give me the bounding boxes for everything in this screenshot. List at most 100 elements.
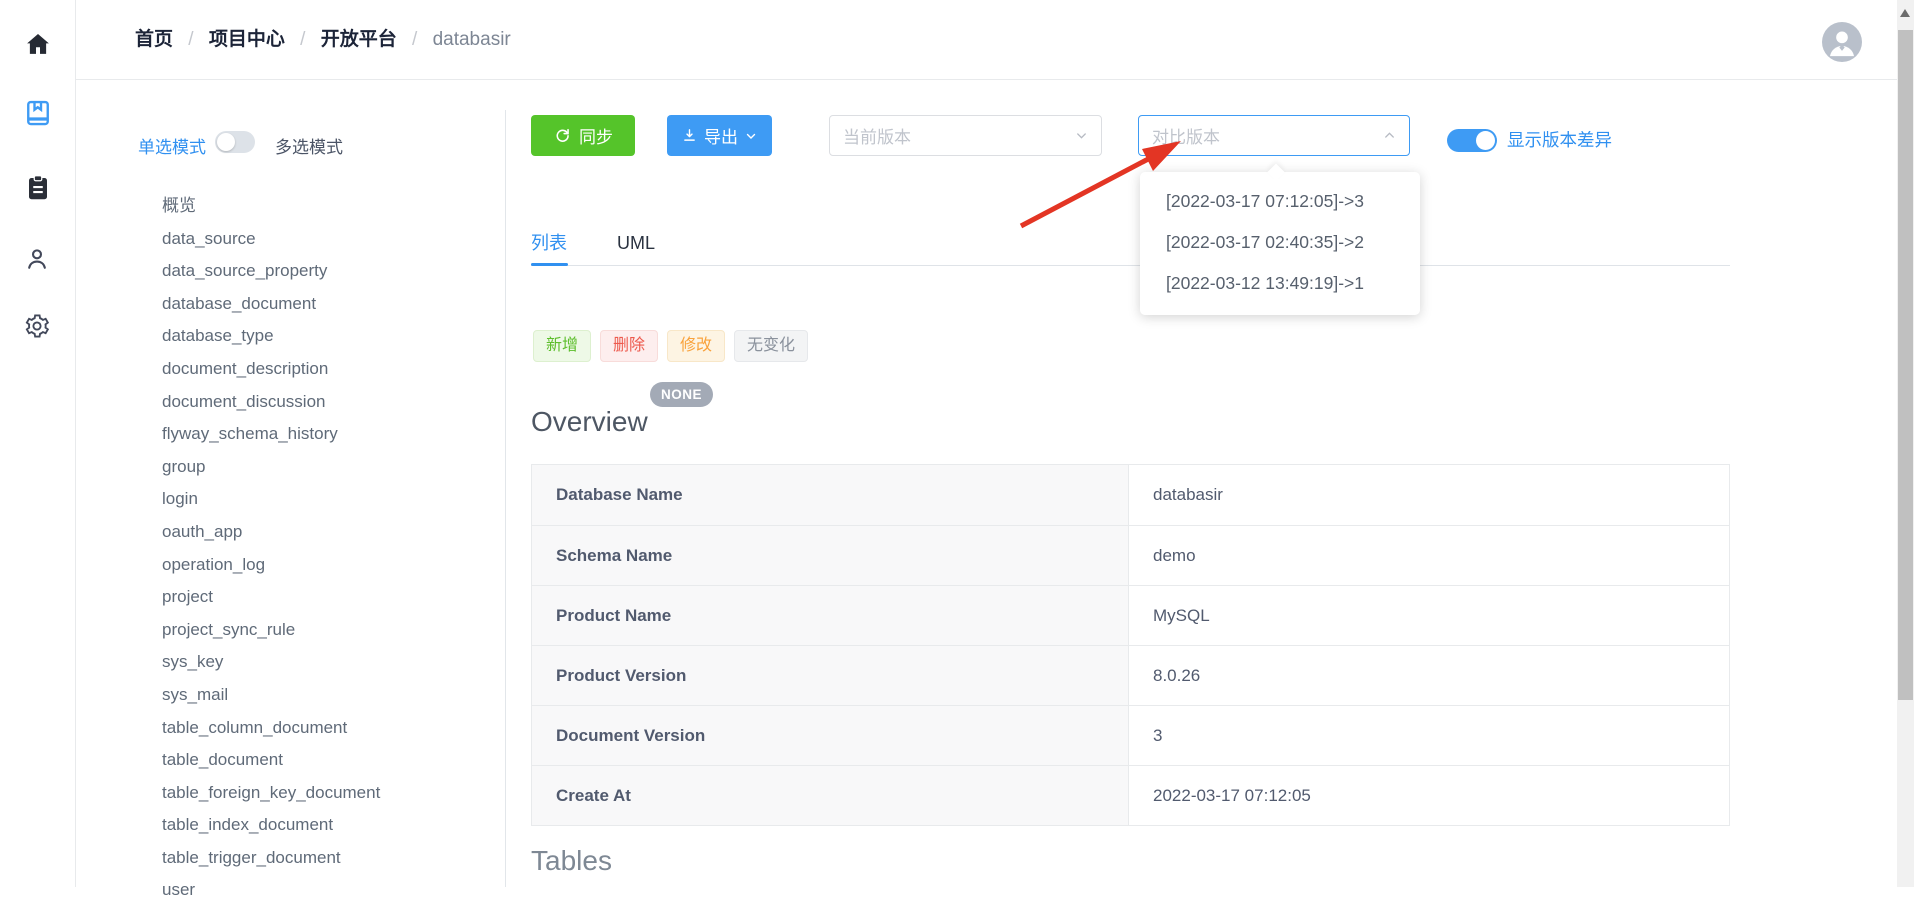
sidebar-item[interactable]: table_index_document bbox=[162, 809, 492, 842]
sidebar-item[interactable]: login bbox=[162, 483, 492, 516]
version-dropdown: [2022-03-17 07:12:05]->3 [2022-03-17 02:… bbox=[1140, 172, 1420, 315]
version-option[interactable]: [2022-03-17 07:12:05]->3 bbox=[1140, 181, 1420, 222]
breadcrumb-home[interactable]: 首页 bbox=[135, 29, 173, 50]
sidebar-item[interactable]: flyway_schema_history bbox=[162, 418, 492, 451]
refresh-icon bbox=[553, 126, 572, 145]
table-row: Schema Name demo bbox=[532, 525, 1729, 585]
export-button-label: 导出 bbox=[704, 123, 738, 148]
current-version-placeholder: 当前版本 bbox=[843, 123, 911, 148]
sidebar: 单选模式 多选模式 概览 data_source data_source_pro… bbox=[76, 80, 505, 887]
sync-button[interactable]: 同步 bbox=[531, 115, 635, 156]
sidebar-item[interactable]: database_type bbox=[162, 320, 492, 353]
toggle-knob bbox=[217, 133, 235, 151]
multi-mode-label: 多选模式 bbox=[275, 133, 343, 158]
active-tab-underline bbox=[531, 263, 568, 266]
avatar[interactable] bbox=[1822, 22, 1862, 62]
home-icon[interactable] bbox=[23, 30, 53, 60]
overview-row-label: Schema Name bbox=[532, 526, 1129, 585]
version-option[interactable]: [2022-03-12 13:49:19]->1 bbox=[1140, 263, 1420, 304]
header: 首页 / 项目中心 / 开放平台 / databasir bbox=[76, 0, 1914, 80]
avatar-person-icon bbox=[1822, 22, 1862, 62]
sidebar-item[interactable]: document_description bbox=[162, 353, 492, 386]
legend-unchanged-badge: 无变化 bbox=[734, 330, 808, 362]
sidebar-item[interactable]: data_source bbox=[162, 223, 492, 256]
tab-uml[interactable]: UML bbox=[617, 221, 655, 265]
breadcrumb-separator: / bbox=[402, 29, 427, 50]
overview-table: Database Name databasir Schema Name demo… bbox=[531, 464, 1730, 826]
sidebar-item[interactable]: project bbox=[162, 581, 492, 614]
scrollbar-thumb[interactable] bbox=[1898, 30, 1913, 700]
sidebar-item[interactable]: sys_mail bbox=[162, 679, 492, 712]
overview-row-value: 8.0.26 bbox=[1129, 646, 1729, 705]
scrollbar-track bbox=[1897, 0, 1914, 887]
breadcrumb: 首页 / 项目中心 / 开放平台 / databasir bbox=[135, 0, 511, 80]
sidebar-item[interactable]: oauth_app bbox=[162, 516, 492, 549]
version-option[interactable]: [2022-03-17 02:40:35]->2 bbox=[1140, 222, 1420, 263]
vertical-divider bbox=[505, 110, 506, 887]
table-list: 概览 data_source data_source_property data… bbox=[162, 190, 492, 907]
breadcrumb-separator: / bbox=[290, 29, 315, 50]
overview-row-label: Product Version bbox=[532, 646, 1129, 705]
breadcrumb-open-platform[interactable]: 开放平台 bbox=[321, 29, 397, 50]
chevron-down-icon bbox=[744, 129, 758, 143]
overview-title: Overview bbox=[531, 406, 648, 438]
tab-list[interactable]: 列表 bbox=[531, 221, 567, 265]
show-diff-toggle[interactable] bbox=[1447, 129, 1497, 152]
sidebar-item[interactable]: database_document bbox=[162, 288, 492, 321]
breadcrumb-current-project: databasir bbox=[433, 29, 511, 50]
overview-row-value: MySQL bbox=[1129, 586, 1729, 645]
sidebar-item[interactable]: operation_log bbox=[162, 549, 492, 582]
table-row: Create At 2022-03-17 07:12:05 bbox=[532, 765, 1729, 825]
table-row: Database Name databasir bbox=[532, 465, 1729, 525]
clipboard-icon[interactable] bbox=[23, 173, 53, 203]
sidebar-item[interactable]: table_document bbox=[162, 744, 492, 777]
overview-row-label: Product Name bbox=[532, 586, 1129, 645]
tab-bar: 列表 UML bbox=[531, 221, 1730, 266]
current-version-select[interactable]: 当前版本 bbox=[829, 115, 1102, 156]
sidebar-item[interactable]: user bbox=[162, 874, 492, 907]
toggle-knob bbox=[1476, 131, 1495, 150]
table-row: Product Version 8.0.26 bbox=[532, 645, 1729, 705]
compare-version-placeholder: 对比版本 bbox=[1152, 123, 1220, 148]
sidebar-item[interactable]: document_discussion bbox=[162, 386, 492, 419]
legend-added-badge: 新增 bbox=[533, 330, 591, 362]
chevron-up-icon bbox=[1382, 128, 1397, 143]
status-badge-none: NONE bbox=[650, 382, 713, 407]
icon-rail bbox=[0, 0, 76, 887]
sidebar-item[interactable]: sys_key bbox=[162, 646, 492, 679]
download-icon bbox=[681, 127, 698, 144]
mode-toggle[interactable] bbox=[215, 131, 255, 153]
breadcrumb-separator: / bbox=[178, 29, 203, 50]
sidebar-item[interactable]: table_trigger_document bbox=[162, 842, 492, 875]
sidebar-item-overview[interactable]: 概览 bbox=[162, 190, 492, 223]
legend-deleted-badge: 删除 bbox=[600, 330, 658, 362]
overview-row-label: Document Version bbox=[532, 706, 1129, 765]
breadcrumb-project-center[interactable]: 项目中心 bbox=[209, 29, 285, 50]
sync-button-label: 同步 bbox=[579, 123, 613, 148]
dropdown-notch bbox=[1268, 164, 1285, 181]
overview-row-value: 2022-03-17 07:12:05 bbox=[1129, 766, 1729, 825]
sidebar-item[interactable]: data_source_property bbox=[162, 255, 492, 288]
single-mode-label: 单选模式 bbox=[138, 133, 206, 158]
user-icon[interactable] bbox=[23, 245, 53, 275]
document-book-icon[interactable] bbox=[23, 98, 53, 128]
table-row: Product Name MySQL bbox=[532, 585, 1729, 645]
overview-row-label: Database Name bbox=[532, 465, 1129, 525]
sidebar-item[interactable]: table_column_document bbox=[162, 712, 492, 745]
compare-version-select[interactable]: 对比版本 bbox=[1138, 115, 1410, 156]
export-button[interactable]: 导出 bbox=[667, 115, 772, 156]
settings-gear-icon[interactable] bbox=[23, 312, 53, 342]
overview-row-label: Create At bbox=[532, 766, 1129, 825]
sidebar-item[interactable]: table_foreign_key_document bbox=[162, 777, 492, 810]
table-row: Document Version 3 bbox=[532, 705, 1729, 765]
overview-row-value: 3 bbox=[1129, 706, 1729, 765]
sidebar-item[interactable]: project_sync_rule bbox=[162, 614, 492, 647]
show-diff-label: 显示版本差异 bbox=[1507, 129, 1612, 152]
sidebar-item[interactable]: group bbox=[162, 451, 492, 484]
legend-modified-badge: 修改 bbox=[667, 330, 725, 362]
chevron-down-icon bbox=[1074, 128, 1089, 143]
diff-legend: 新增 删除 修改 无变化 bbox=[533, 330, 808, 362]
overview-row-value: databasir bbox=[1129, 465, 1729, 525]
overview-row-value: demo bbox=[1129, 526, 1729, 585]
scrollbar-up-arrow[interactable] bbox=[1900, 9, 1910, 17]
